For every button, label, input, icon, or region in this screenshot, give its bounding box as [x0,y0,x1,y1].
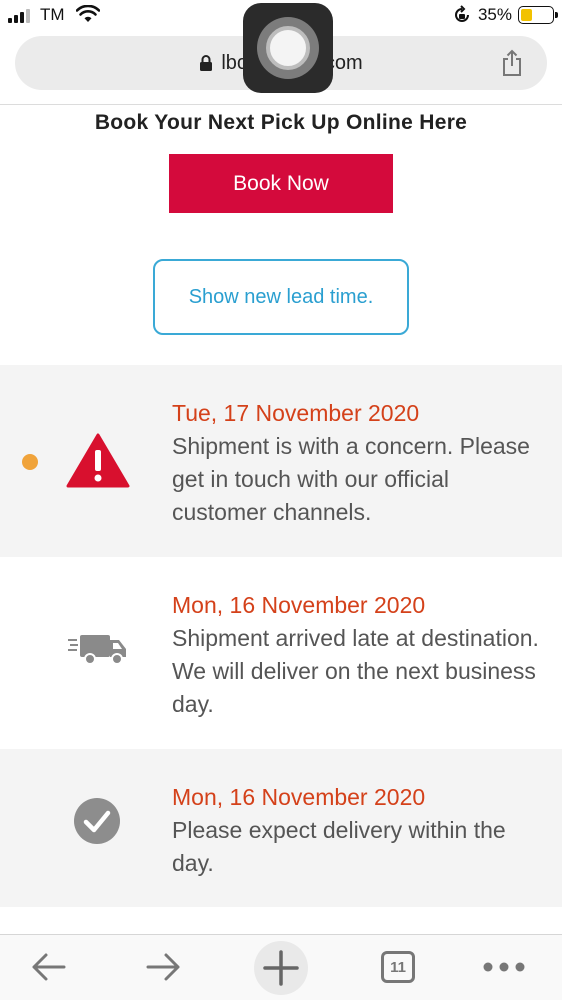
arrow-right-icon [146,953,180,981]
back-button[interactable] [26,947,70,987]
more-menu-button[interactable] [480,947,528,987]
delivery-truck-icon [68,635,126,665]
check-circle-icon [74,798,120,844]
book-now-button[interactable]: Book Now [169,154,393,213]
event-date: Tue, 17 November 2020 [172,400,420,426]
new-tab-button[interactable] [254,941,308,995]
divider [0,104,562,105]
battery-fill [521,9,532,21]
tab-count: 11 [381,951,415,983]
cellular-signal-icon [8,9,34,23]
share-icon[interactable] [499,49,525,77]
tab-switcher-button[interactable]: 11 [378,947,418,987]
timeline-event: Mon, 16 November 2020 Please expect deli… [0,749,562,907]
browser-toolbar: 11 [0,934,562,1000]
battery-icon [518,6,558,24]
event-message: Please expect delivery within the day. [172,817,506,876]
forward-button[interactable] [142,947,186,987]
plus-icon [263,950,299,986]
wifi-icon [76,5,100,22]
more-dots-icon [483,962,525,972]
show-lead-time-button[interactable]: Show new lead time. [153,259,409,335]
timeline-event: Mon, 16 November 2020 Shipment arrived l… [0,557,562,749]
event-date: Mon, 16 November 2020 [172,592,426,618]
tracking-timeline: Tue, 17 November 2020 Shipment is with a… [0,365,562,933]
carrier-name: TM [40,5,65,24]
warning-triangle-icon [66,433,130,488]
event-message: Shipment is with a concern. Please get i… [172,433,530,525]
event-message: Shipment arrived late at destination. We… [172,625,539,717]
lock-icon [200,55,213,71]
battery-percent: 35% [477,5,512,24]
rotation-lock-icon [455,5,469,22]
book-pickup-heading: Book Your Next Pick Up Online Here [94,111,468,134]
arrow-left-icon [32,953,66,981]
current-status-dot [22,454,38,470]
timeline-event: Tue, 17 November 2020 Shipment is with a… [0,365,562,557]
timeline-event-partial [0,907,562,933]
assistive-touch-button[interactable] [243,3,333,93]
event-date: Mon, 16 November 2020 [172,784,426,810]
